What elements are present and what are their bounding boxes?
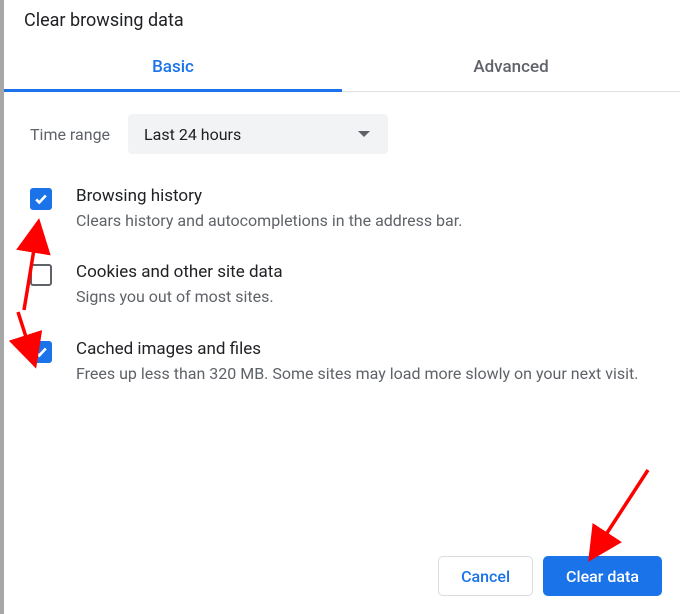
dialog-footer: Cancel Clear data — [438, 556, 662, 596]
tab-label: Basic — [152, 57, 194, 77]
clear-browsing-data-dialog: Clear browsing data Basic Advanced Time … — [4, 0, 680, 614]
chevron-down-icon — [358, 131, 370, 137]
time-range-label: Time range — [30, 125, 110, 144]
time-range-value: Last 24 hours — [144, 125, 241, 144]
button-label: Cancel — [461, 567, 510, 586]
option-browsing-history: Browsing history Clears history and auto… — [30, 186, 654, 232]
time-range-select[interactable]: Last 24 hours — [128, 114, 388, 154]
option-cookies: Cookies and other site data Signs you ou… — [30, 262, 654, 308]
cancel-button[interactable]: Cancel — [438, 556, 533, 596]
option-title: Cookies and other site data — [76, 262, 283, 282]
option-desc: Frees up less than 320 MB. Some sites ma… — [76, 363, 638, 385]
check-icon — [34, 345, 48, 359]
option-cached: Cached images and files Frees up less th… — [30, 339, 654, 385]
clear-data-button[interactable]: Clear data — [543, 556, 662, 596]
checkbox-browsing-history[interactable] — [30, 188, 52, 210]
tab-basic[interactable]: Basic — [4, 45, 342, 91]
dialog-content: Time range Last 24 hours Browsing histor… — [4, 92, 680, 425]
option-text: Cached images and files Frees up less th… — [76, 339, 638, 385]
checkbox-cached[interactable] — [30, 341, 52, 363]
tab-label: Advanced — [473, 57, 548, 77]
button-label: Clear data — [566, 567, 639, 586]
option-desc: Signs you out of most sites. — [76, 286, 283, 308]
checkbox-cookies[interactable] — [30, 264, 52, 286]
time-range-row: Time range Last 24 hours — [30, 114, 654, 154]
dialog-title: Clear browsing data — [4, 6, 680, 45]
tab-advanced[interactable]: Advanced — [342, 45, 680, 91]
check-icon — [34, 192, 48, 206]
option-desc: Clears history and autocompletions in th… — [76, 210, 462, 232]
tabs: Basic Advanced — [4, 45, 680, 92]
option-text: Cookies and other site data Signs you ou… — [76, 262, 283, 308]
option-title: Cached images and files — [76, 339, 638, 359]
option-title: Browsing history — [76, 186, 462, 206]
option-text: Browsing history Clears history and auto… — [76, 186, 462, 232]
